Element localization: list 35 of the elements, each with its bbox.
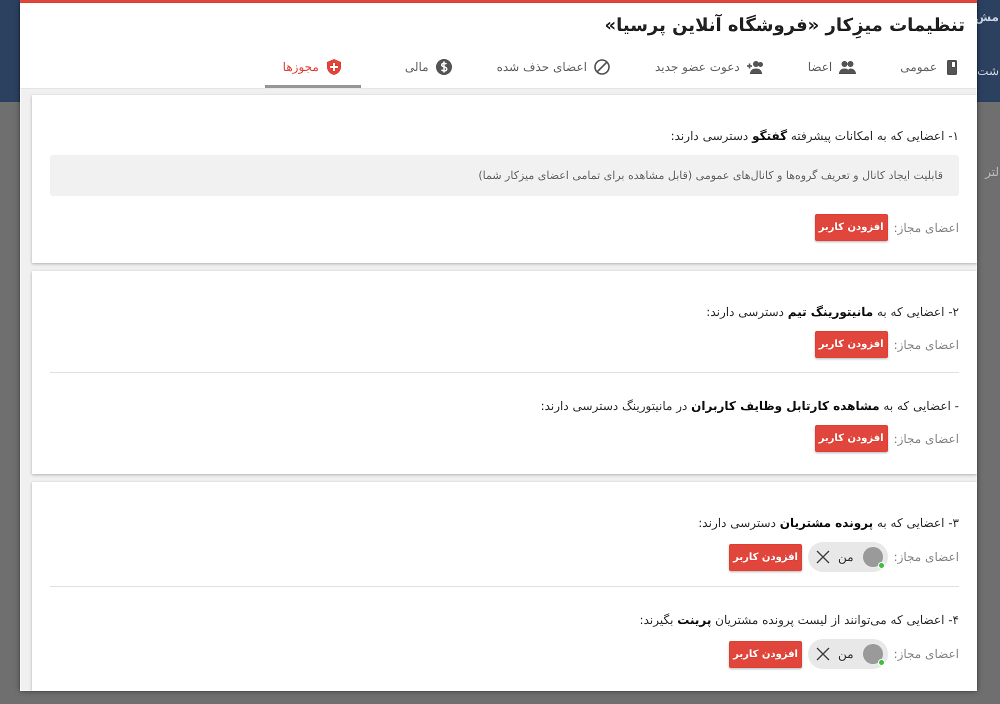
tab[interactable]: اعضای حذف شده bbox=[496, 54, 611, 88]
member-name: من bbox=[838, 550, 854, 564]
add-user-button[interactable]: افزودن کاربر bbox=[814, 425, 888, 452]
dollar-icon bbox=[434, 58, 453, 76]
info-note: قابلیت ایجاد کانال و تعریف گروه‌ها و کانال‌های عمومی (قابل مشاهده برای تمامی اعضای میزکار شما) bbox=[50, 155, 959, 196]
members-label: اعضای مجاز: bbox=[894, 550, 959, 564]
permission-description: ۴- اعضایی که می‌توانند از لیست پرونده مشتریان پرینت بگیرند: bbox=[638, 613, 959, 627]
tab[interactable]: مالی bbox=[404, 54, 453, 88]
add-user-button[interactable]: افزودن کاربر bbox=[814, 331, 888, 358]
shield-icon bbox=[324, 58, 343, 76]
avatar-icon bbox=[862, 546, 884, 568]
tab[interactable]: اعضا bbox=[808, 54, 856, 88]
members-label: اعضای مجاز: bbox=[894, 220, 959, 234]
members-label: اعضای مجاز: bbox=[894, 338, 959, 352]
permission-description: ۱- اعضایی که به امکانات پیشرفته گفتگو دسترسی دارند: bbox=[670, 129, 959, 143]
avatar-icon bbox=[862, 643, 884, 665]
add-user-button[interactable]: افزودن کاربر bbox=[729, 640, 802, 668]
background-text: شت bbox=[977, 64, 999, 78]
add-user-button[interactable]: افزودن کاربر bbox=[814, 214, 888, 241]
tab[interactable]: دعوت عضو جدید bbox=[654, 54, 764, 88]
tab[interactable]: عمومی bbox=[900, 54, 961, 88]
permission-description: ۳- اعضایی که به پرونده مشتریان دسترسی دارند: bbox=[697, 516, 959, 530]
close-icon[interactable] bbox=[816, 550, 830, 564]
people-icon bbox=[838, 58, 856, 76]
person-add-icon bbox=[746, 58, 764, 76]
add-user-button[interactable]: افزودن کاربر bbox=[729, 544, 802, 570]
block-icon bbox=[592, 58, 611, 76]
permission-description: - اعضایی که به مشاهده کارتابل وظایف کاربران در مانیتورینگ دسترسی دارند: bbox=[540, 399, 959, 413]
permission-description: ۲- اعضایی که به مانیتورینگ تیم دسترسی دارند: bbox=[705, 305, 959, 319]
member-name: من bbox=[838, 647, 854, 661]
background-text: لتر bbox=[985, 165, 999, 179]
close-icon[interactable] bbox=[816, 647, 830, 661]
members-label: اعضای مجاز: bbox=[894, 647, 959, 661]
dialog-title: تنظیمات میزِکار «فروشگاه آنلاین پرسیا» bbox=[604, 3, 977, 36]
members-label: اعضای مجاز: bbox=[894, 432, 959, 446]
